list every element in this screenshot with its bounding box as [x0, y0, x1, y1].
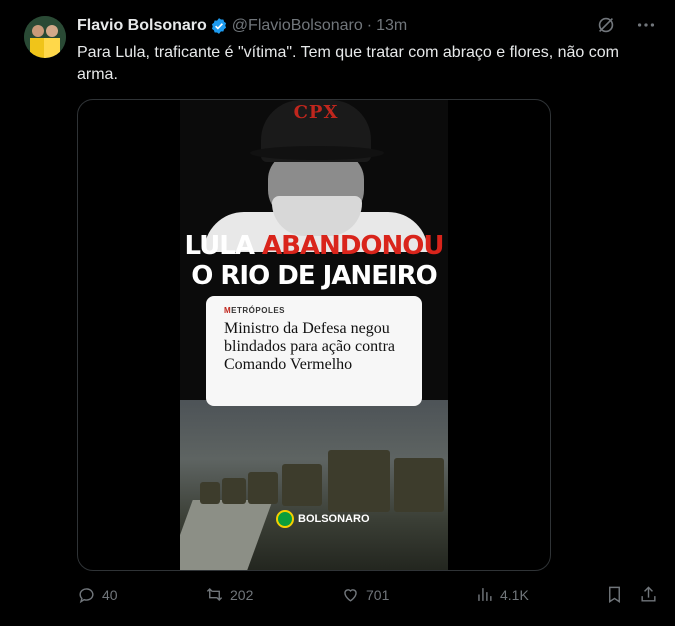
like-count: 701 [366, 586, 390, 603]
headline-line2: O RIO DE JANEIRO [191, 261, 438, 291]
news-title: Ministro da Defesa negou blindados para … [224, 320, 396, 373]
watermark-logo-icon [276, 510, 294, 528]
repost-count: 202 [230, 586, 254, 603]
tweet-top-actions [595, 14, 657, 36]
share-icon [641, 586, 656, 602]
avatar[interactable] [24, 16, 66, 58]
tweet-text: Para Lula, traficante é "vítima". Tem qu… [77, 44, 619, 83]
more-icon[interactable] [635, 14, 657, 36]
verified-badge-icon[interactable] [210, 17, 228, 35]
like-button[interactable]: 701 [341, 585, 389, 604]
bookmark-icon [609, 586, 620, 603]
watermark-text: BOLSONARO [298, 513, 370, 525]
reply-icon [79, 588, 94, 604]
repost-button[interactable]: 202 [205, 585, 253, 604]
like-icon [344, 589, 357, 602]
news-brand: METRÓPOLES [224, 306, 286, 315]
tweet-actions: 40 202 701 4.1K [77, 585, 665, 609]
grok-icon[interactable] [595, 14, 617, 36]
headline-red: ABANDONOU [262, 231, 444, 261]
reply-button[interactable]: 40 [77, 585, 118, 604]
views-button[interactable]: 4.1K [475, 585, 529, 604]
display-name[interactable]: Flavio Bolsonaro [77, 17, 207, 35]
user-handle[interactable]: @FlavioBolsonaro [232, 17, 363, 35]
views-icon [478, 588, 492, 601]
tweet-media[interactable]: CPX LULA ABANDONOU O RIO DE JANEIRO METR… [77, 99, 551, 571]
tweet-header: Flavio Bolsonaro @FlavioBolsonaro · 13m [77, 15, 407, 37]
news-card: METRÓPOLES Ministro da Defesa negou blin… [206, 296, 422, 406]
watermark: BOLSONARO [276, 510, 370, 528]
tweet[interactable]: Flavio Bolsonaro @FlavioBolsonaro · 13m … [0, 0, 675, 626]
bookmark-button[interactable] [605, 585, 624, 604]
headline-part: LULA [184, 231, 262, 261]
separator-dot: · [366, 17, 373, 34]
share-button[interactable] [639, 585, 658, 604]
views-count: 4.1K [500, 586, 529, 603]
cap-brim [250, 146, 384, 160]
reply-count: 40 [102, 586, 118, 603]
cap-text: CPX [293, 102, 339, 123]
repost-icon [206, 587, 223, 602]
media-image[interactable]: CPX LULA ABANDONOU O RIO DE JANEIRO METR… [180, 100, 448, 570]
timestamp[interactable]: 13m [376, 17, 407, 35]
media-headline: LULA ABANDONOU O RIO DE JANEIRO [180, 231, 448, 291]
